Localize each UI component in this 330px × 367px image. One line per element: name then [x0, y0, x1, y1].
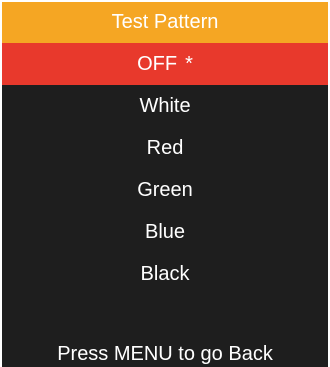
menu-item-label: Red	[146, 136, 184, 159]
menu-item-label: OFF	[137, 52, 178, 75]
menu-item-blue[interactable]: Blue	[2, 211, 328, 253]
menu-panel: Test Pattern OFF * White Red Green Blue …	[2, 2, 328, 367]
current-selection-marker: *	[185, 52, 193, 75]
menu-title: Test Pattern	[111, 11, 219, 33]
menu-item-label: Blue	[144, 220, 186, 243]
menu-item-red[interactable]: Red	[2, 127, 328, 169]
osd-window: Test Pattern OFF * White Red Green Blue …	[0, 0, 330, 367]
footer-hint: Press MENU to go Back	[2, 339, 328, 367]
menu-item-label: Green	[137, 178, 193, 201]
menu-item-label: Black	[140, 262, 190, 285]
menu-item-label: White	[139, 94, 191, 117]
menu-item-white[interactable]: White	[2, 85, 328, 127]
menu-item-black[interactable]: Black	[2, 253, 328, 295]
menu-title-bar: Test Pattern	[2, 2, 328, 43]
test-pattern-menu: OFF * White Red Green Blue Black	[2, 43, 328, 295]
menu-item-green[interactable]: Green	[2, 169, 328, 211]
footer-hint-text: Press MENU to go Back	[57, 342, 273, 365]
menu-item-off[interactable]: OFF *	[2, 43, 328, 85]
